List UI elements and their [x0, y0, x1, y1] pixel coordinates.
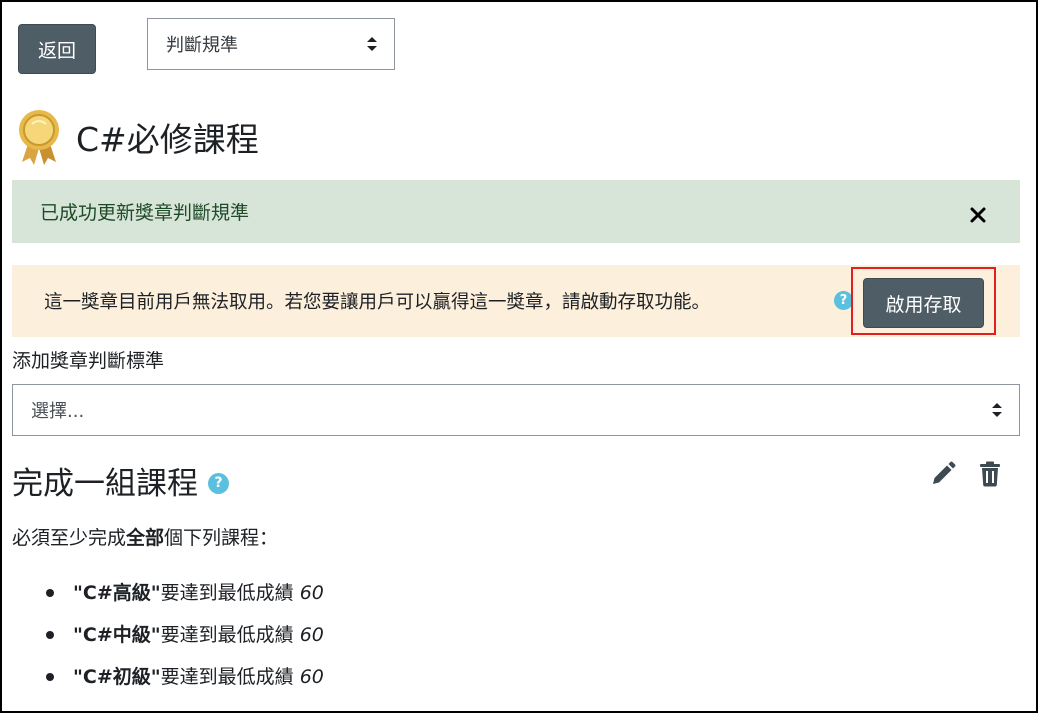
list-item: "C#初級"要達到最低成績 60 — [46, 658, 324, 700]
edit-icon[interactable] — [930, 461, 956, 487]
add-criteria-label: 添加獎章判斷標準 — [12, 350, 165, 372]
course-name: "C#初級" — [73, 666, 161, 688]
nav-select-value: 判斷規準 — [166, 35, 238, 56]
success-alert: 已成功更新獎章判斷規準 — [12, 180, 1020, 243]
course-requirement: 要達到最低成績 — [160, 582, 294, 604]
list-item: "C#中級"要達到最低成績 60 — [46, 616, 324, 658]
warning-alert-text: 這一獎章目前用戶無法取用。若您要讓用戶可以贏得這一獎章，請啟動存取功能。 — [44, 292, 711, 313]
course-grade: 60 — [299, 582, 324, 604]
badge-heading: C#必修課程 — [16, 108, 259, 166]
select-arrows-icon — [992, 403, 1002, 417]
add-criteria-select[interactable]: 選擇... — [12, 384, 1020, 436]
select-arrows-icon — [367, 37, 377, 51]
desc-suffix: 個下列課程： — [164, 527, 279, 549]
criteria-select-placeholder: 選擇... — [31, 401, 85, 422]
success-alert-text: 已成功更新獎章判斷規準 — [40, 202, 250, 224]
course-requirement: 要達到最低成績 — [160, 624, 294, 646]
course-name: "C#高級" — [73, 582, 161, 604]
criterion-heading: 完成一組課程 ? — [12, 458, 229, 503]
page-title: C#必修課程 — [76, 120, 259, 159]
close-icon[interactable] — [968, 205, 988, 225]
criterion-description: 必須至少完成全部個下列課程： — [12, 523, 278, 550]
enable-access-button[interactable]: 啟用存取 — [863, 278, 984, 328]
desc-bold: 全部 — [126, 527, 165, 549]
help-icon[interactable]: ? — [208, 473, 229, 494]
trash-icon[interactable] — [978, 461, 1002, 487]
criterion-title: 完成一組課程 — [12, 466, 198, 502]
course-name: "C#中級" — [73, 624, 161, 646]
medal-icon — [19, 110, 59, 165]
list-item: "C#高級"要達到最低成績 60 — [46, 574, 324, 616]
course-list: "C#高級"要達到最低成績 60 "C#中級"要達到最低成績 60 "C#初級"要達… — [46, 574, 324, 700]
back-button[interactable]: 返回 — [18, 24, 96, 74]
course-grade: 60 — [299, 666, 324, 688]
desc-prefix: 必須至少完成 — [12, 527, 127, 549]
course-grade: 60 — [299, 624, 324, 646]
course-requirement: 要達到最低成績 — [160, 666, 294, 688]
criteria-nav-select[interactable]: 判斷規準 — [147, 18, 395, 70]
